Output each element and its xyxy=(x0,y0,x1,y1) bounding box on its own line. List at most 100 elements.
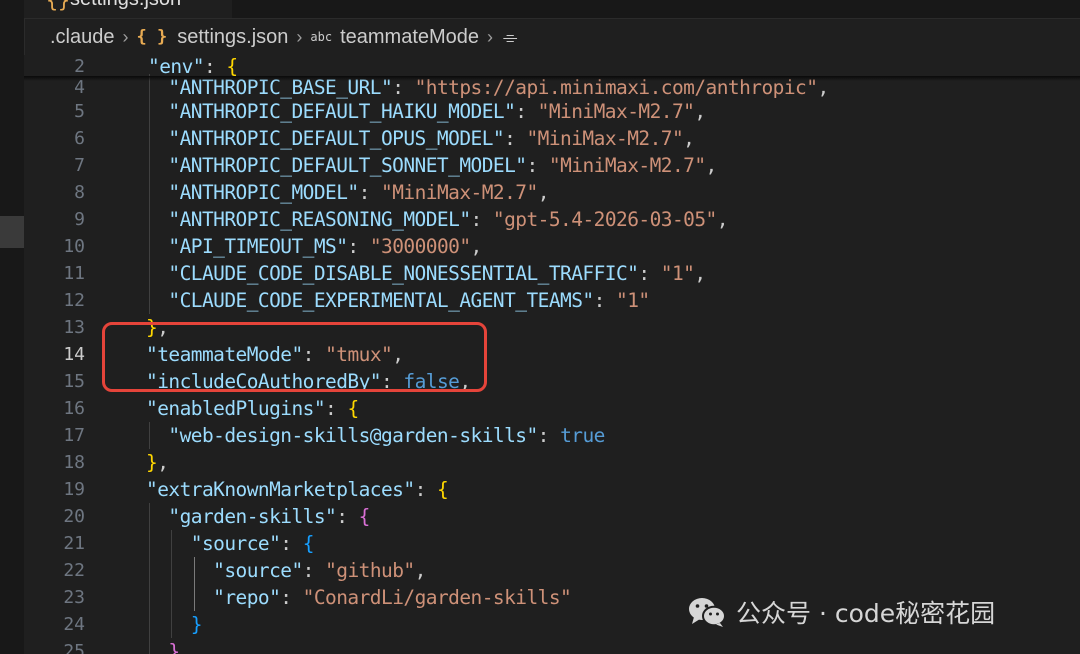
code-line[interactable]: 9 "ANTHROPIC_REASONING_MODEL": "gpt-5.4-2… xyxy=(24,206,1080,233)
line-number: 7 xyxy=(74,155,85,176)
code-line[interactable]: 16 "enabledPlugins": { xyxy=(24,395,1080,422)
indent-guide xyxy=(193,557,195,584)
line-number: 13 xyxy=(63,317,85,338)
indent-guide xyxy=(149,422,150,449)
chevron-right-icon: › xyxy=(487,26,494,47)
code-line[interactable]: 17 "web-design-skills@garden-skills": tru… xyxy=(24,422,1080,449)
indent-guide xyxy=(171,611,173,638)
symbol-picker-icon[interactable]: ⌯ xyxy=(503,27,517,48)
indent-guide xyxy=(149,152,150,179)
code-line[interactable]: 5 "ANTHROPIC_DEFAULT_HAIKU_MODEL": "MiniM… xyxy=(24,98,1080,125)
code-text: "enabledPlugins": { xyxy=(146,397,359,420)
line-number: 14 xyxy=(63,344,85,365)
code-text: "API_TIMEOUT_MS": "3000000", xyxy=(168,235,482,258)
code-line[interactable]: 20 "garden-skills": { xyxy=(24,503,1080,530)
breadcrumb: .claude › { } settings.json › abc teamma… xyxy=(24,19,1080,55)
line-number: 16 xyxy=(63,398,85,419)
line-number: 2 xyxy=(74,56,85,77)
indent-guide xyxy=(149,557,150,584)
code-line[interactable]: 8 "ANTHROPIC_MODEL": "MiniMax-M2.7", xyxy=(24,179,1080,206)
indent-guide xyxy=(149,287,150,314)
line-number: 20 xyxy=(63,506,85,527)
line-number: 22 xyxy=(63,560,85,581)
line-number: 10 xyxy=(63,236,85,257)
indent-guide xyxy=(171,557,173,584)
breadcrumb-folder[interactable]: .claude xyxy=(50,26,115,49)
breadcrumb-symbol[interactable]: teammateMode xyxy=(340,26,479,49)
indent-guide xyxy=(149,611,150,638)
indent-guide xyxy=(171,584,173,611)
code-text: "CLAUDE_CODE_EXPERIMENTAL_AGENT_TEAMS": … xyxy=(168,289,650,312)
code-line[interactable]: 2 "env": { xyxy=(24,55,1080,80)
chevron-right-icon: › xyxy=(122,26,129,47)
indent-guide xyxy=(171,530,173,557)
json-braces-icon: {} xyxy=(46,0,71,12)
code-line[interactable]: 4 "ANTHROPIC_BASE_URL": "https://api.mini… xyxy=(24,74,1080,101)
code-text: "ANTHROPIC_DEFAULT_HAIKU_MODEL": "MiniMa… xyxy=(168,100,706,123)
line-number: 9 xyxy=(74,209,85,230)
code-text: "ANTHROPIC_DEFAULT_OPUS_MODEL": "MiniMax… xyxy=(168,127,695,150)
wechat-icon xyxy=(689,598,726,627)
activity-bar-active-item[interactable] xyxy=(0,216,24,248)
indent-guide xyxy=(149,233,150,260)
code-line[interactable]: 12 "CLAUDE_CODE_EXPERIMENTAL_AGENT_TEAMS"… xyxy=(24,287,1080,314)
line-number: 17 xyxy=(63,425,85,446)
code-text: "ANTHROPIC_MODEL": "MiniMax-M2.7", xyxy=(168,181,549,204)
code-line[interactable]: 21 "source": { xyxy=(24,530,1080,557)
code-line[interactable]: 11 "CLAUDE_CODE_DISABLE_NONESSENTIAL_TRAF… xyxy=(24,260,1080,287)
highlight-box xyxy=(102,322,487,392)
indent-guide xyxy=(149,638,150,654)
indent-guide xyxy=(149,74,150,101)
code-text: } xyxy=(168,640,180,654)
code-editor[interactable]: 2 "env": {4 "ANTHROPIC_BASE_URL": "https:/… xyxy=(24,55,1080,654)
code-text: "ANTHROPIC_BASE_URL": "https://api.minim… xyxy=(168,76,829,99)
tab-label: settings.json xyxy=(70,0,181,11)
line-number: 21 xyxy=(63,533,85,554)
chevron-right-icon: › xyxy=(296,26,303,47)
code-text: "source": "github", xyxy=(213,559,426,582)
code-line[interactable]: 25} xyxy=(24,638,1080,654)
tab-bar: {} settings.json xyxy=(24,0,1080,19)
line-number: 5 xyxy=(74,101,85,122)
code-line[interactable]: 7 "ANTHROPIC_DEFAULT_SONNET_MODEL": "Mini… xyxy=(24,152,1080,179)
code-text: "ANTHROPIC_DEFAULT_SONNET_MODEL": "MiniM… xyxy=(168,154,717,177)
code-line[interactable]: 18}, xyxy=(24,449,1080,476)
code-text: }, xyxy=(146,451,169,474)
watermark: 公众号 · code秘密花园 xyxy=(688,590,995,634)
line-number: 11 xyxy=(63,263,85,284)
code-text: "ANTHROPIC_REASONING_MODEL": "gpt-5.4-20… xyxy=(168,208,728,231)
line-number: 4 xyxy=(74,77,85,98)
line-number: 8 xyxy=(74,182,85,203)
line-number: 24 xyxy=(63,614,85,635)
indent-guide xyxy=(149,584,150,611)
string-property-icon: abc xyxy=(310,30,333,44)
indent-guide xyxy=(149,125,150,152)
code-line[interactable]: 19 "extraKnownMarketplaces": { xyxy=(24,476,1080,503)
code-text: "repo": "ConardLi/garden-skills" xyxy=(213,586,572,609)
indent-guide xyxy=(149,503,150,530)
line-number: 12 xyxy=(63,290,85,311)
json-braces-icon: { } xyxy=(136,27,168,47)
indent-guide xyxy=(149,98,150,125)
code-line[interactable]: 22 "source": "github", xyxy=(24,557,1080,584)
breadcrumb-file[interactable]: settings.json xyxy=(177,26,288,49)
tab-settings-json[interactable]: {} settings.json xyxy=(24,0,232,18)
code-text: "web-design-skills@garden-skills": true xyxy=(168,424,605,447)
code-text: "extraKnownMarketplaces": { xyxy=(146,478,449,501)
code-text: "source": { xyxy=(190,532,315,555)
code-text: "CLAUDE_CODE_DISABLE_NONESSENTIAL_TRAFFI… xyxy=(168,262,706,285)
indent-guide xyxy=(193,584,195,611)
code-line[interactable]: 6 "ANTHROPIC_DEFAULT_OPUS_MODEL": "MiniMa… xyxy=(24,125,1080,152)
line-number: 15 xyxy=(63,371,85,392)
indent-guide xyxy=(149,260,150,287)
indent-guide xyxy=(149,206,150,233)
activity-bar xyxy=(0,0,25,654)
line-number: 18 xyxy=(63,452,85,473)
indent-guide xyxy=(149,530,150,557)
code-line[interactable]: 10 "API_TIMEOUT_MS": "3000000", xyxy=(24,233,1080,260)
line-number: 23 xyxy=(63,587,85,608)
line-number: 6 xyxy=(74,128,85,149)
indent-guide xyxy=(149,179,150,206)
watermark-text: 公众号 · code秘密花园 xyxy=(736,599,996,628)
code-text: } xyxy=(190,613,203,636)
